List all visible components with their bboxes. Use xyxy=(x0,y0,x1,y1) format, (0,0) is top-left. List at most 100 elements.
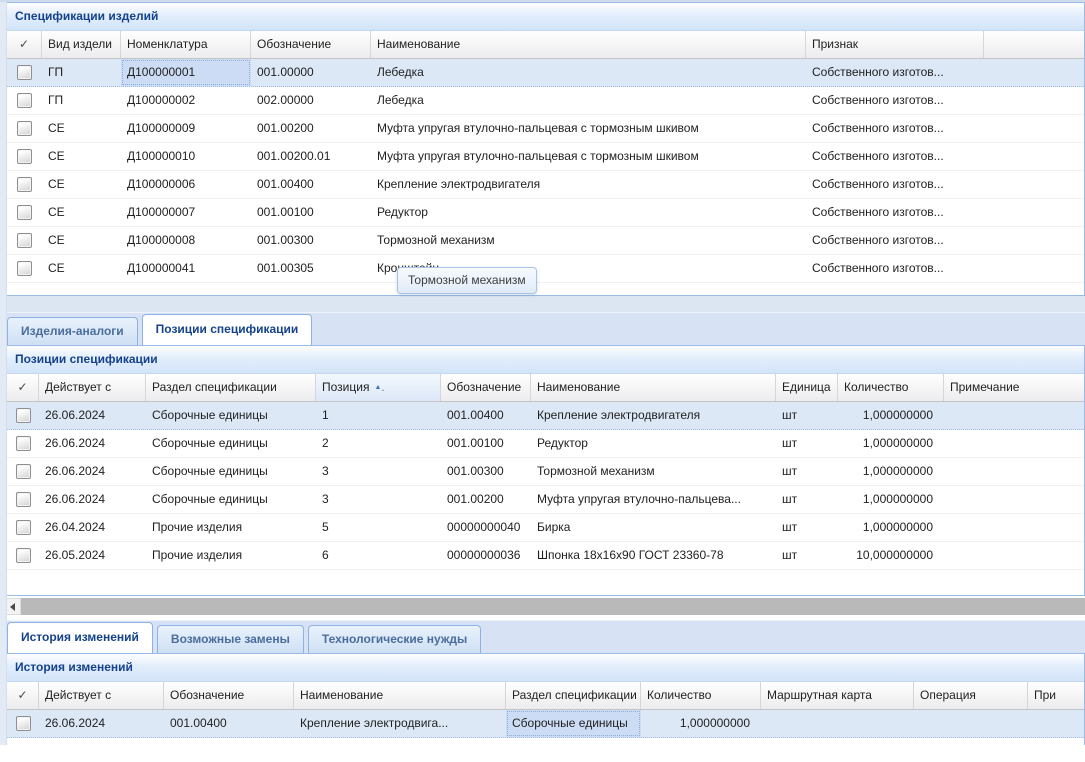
grid-cell[interactable]: СЕ xyxy=(42,199,121,226)
column-header[interactable]: Наименование xyxy=(371,31,806,58)
column-header[interactable]: Единица xyxy=(776,374,838,401)
grid-cell[interactable]: 001.00200 xyxy=(441,486,531,513)
grid-cell[interactable]: шт xyxy=(776,402,838,429)
column-header[interactable]: Наименование xyxy=(294,682,506,709)
grid-cell[interactable]: 3 xyxy=(316,458,441,485)
column-header[interactable]: При xyxy=(1028,682,1085,709)
row-checkbox[interactable] xyxy=(17,177,32,192)
tab-technological-needs[interactable]: Технологические нужды xyxy=(308,625,481,653)
scrollbar-thumb[interactable] xyxy=(21,598,1085,615)
grid-cell[interactable]: 26.06.2024 xyxy=(39,458,146,485)
grid-cell[interactable]: Д100000009 xyxy=(121,115,251,142)
grid-cell[interactable]: 1,000000000 xyxy=(838,486,944,513)
grid-cell[interactable]: 001.00200 xyxy=(251,115,371,142)
grid-cell[interactable]: 26.06.2024 xyxy=(39,402,146,429)
table-row[interactable]: 26.06.2024Сборочные единицы3001.00300Тор… xyxy=(7,458,1084,486)
table-row[interactable]: СЕД100000007001.00100РедукторСобственног… xyxy=(7,199,1084,227)
grid-cell[interactable] xyxy=(761,710,914,737)
grid-cell[interactable] xyxy=(7,402,39,429)
grid-cell[interactable] xyxy=(7,199,42,226)
grid-cell[interactable] xyxy=(944,430,1085,457)
row-checkbox[interactable] xyxy=(16,716,31,731)
grid-cell[interactable]: Прочие изделия xyxy=(146,514,316,541)
tab-change-history[interactable]: История изменений xyxy=(7,622,153,653)
grid-cell[interactable]: ГП xyxy=(42,59,121,86)
column-header[interactable]: Примечание xyxy=(944,374,1085,401)
column-header[interactable]: Позиция▲. xyxy=(316,374,441,401)
grid-cell[interactable]: 001.00300 xyxy=(441,458,531,485)
grid-cell[interactable]: Собственного изготов... xyxy=(806,115,984,142)
column-header[interactable]: Вид издели xyxy=(42,31,121,58)
grid-cell[interactable]: 1,000000000 xyxy=(838,458,944,485)
horizontal-splitter[interactable] xyxy=(0,296,1085,312)
grid-cell[interactable]: Д100000007 xyxy=(121,199,251,226)
grid-cell[interactable]: Лебедка xyxy=(371,59,806,86)
grid-cell[interactable]: Крепление электродвигателя xyxy=(371,171,806,198)
grid-cell[interactable] xyxy=(7,710,39,737)
grid-cell[interactable]: Муфта упругая втулочно-пальцевая с тормо… xyxy=(371,115,806,142)
table-row[interactable]: ГПД100000002002.00000ЛебедкаСобственного… xyxy=(7,87,1084,115)
horizontal-scrollbar[interactable] xyxy=(3,598,1085,615)
grid-cell[interactable] xyxy=(7,143,42,170)
grid-cell[interactable] xyxy=(7,255,42,282)
grid-cell[interactable]: Собственного изготов... xyxy=(806,199,984,226)
column-header[interactable]: Маршрутная карта xyxy=(761,682,914,709)
grid-cell[interactable]: 00000000040 xyxy=(441,514,531,541)
grid-cell[interactable]: 001.00100 xyxy=(441,430,531,457)
grid-cell[interactable]: Муфта упругая втулочно-пальцевая с тормо… xyxy=(371,143,806,170)
select-all-header[interactable]: ✓ xyxy=(7,31,42,58)
row-checkbox[interactable] xyxy=(17,205,32,220)
grid-cell[interactable]: Тормозной механизм xyxy=(371,227,806,254)
grid-cell[interactable]: 002.00000 xyxy=(251,87,371,114)
grid-cell[interactable] xyxy=(7,486,39,513)
grid-cell[interactable]: 26.06.2024 xyxy=(39,486,146,513)
grid-cell[interactable]: Собственного изготов... xyxy=(806,87,984,114)
column-header[interactable]: Действует с xyxy=(39,374,146,401)
table-row[interactable]: СЕД100000009001.00200Муфта упругая втуло… xyxy=(7,115,1084,143)
grid-cell[interactable]: СЕ xyxy=(42,171,121,198)
table-row[interactable]: 26.04.2024Прочие изделия500000000040Бирк… xyxy=(7,514,1084,542)
grid-cell[interactable]: Прочие изделия xyxy=(146,542,316,569)
table-row[interactable]: СЕД100000010001.00200.01Муфта упругая вт… xyxy=(7,143,1084,171)
row-checkbox[interactable] xyxy=(17,149,32,164)
column-header[interactable]: Признак xyxy=(806,31,984,58)
grid-cell[interactable]: СЕ xyxy=(42,255,121,282)
grid-cell[interactable]: СЕ xyxy=(42,227,121,254)
column-header[interactable]: Операция xyxy=(914,682,1028,709)
grid-cell[interactable]: Д100000001 xyxy=(121,59,251,86)
grid-cell[interactable] xyxy=(1028,710,1085,737)
grid-cell[interactable]: 1,000000000 xyxy=(838,430,944,457)
tab-possible-replacements[interactable]: Возможные замены xyxy=(157,625,304,653)
grid-cell[interactable]: 001.00300 xyxy=(251,227,371,254)
grid-cell[interactable]: 001.00200.01 xyxy=(251,143,371,170)
grid-cell[interactable]: Сборочные единицы xyxy=(146,402,316,429)
grid-cell[interactable]: Редуктор xyxy=(371,199,806,226)
grid-cell[interactable]: Д100000008 xyxy=(121,227,251,254)
row-checkbox[interactable] xyxy=(17,261,32,276)
grid-cell[interactable] xyxy=(7,458,39,485)
grid-cell[interactable]: шт xyxy=(776,514,838,541)
grid-cell[interactable] xyxy=(944,402,1085,429)
grid-cell[interactable]: 1 xyxy=(316,402,441,429)
grid-cell[interactable]: 3 xyxy=(316,486,441,513)
column-header[interactable]: Количество xyxy=(641,682,761,709)
grid-cell[interactable]: 26.04.2024 xyxy=(39,514,146,541)
grid-cell[interactable]: шт xyxy=(776,458,838,485)
grid-cell[interactable]: шт xyxy=(776,430,838,457)
grid-cell[interactable]: Шпонка 18x16x90 ГОСТ 23360-78 xyxy=(531,542,776,569)
grid-cell[interactable]: 1,000000000 xyxy=(838,514,944,541)
grid-cell[interactable]: Сборочные единицы xyxy=(146,458,316,485)
row-checkbox[interactable] xyxy=(16,408,31,423)
column-header[interactable]: Обозначение xyxy=(441,374,531,401)
grid-cell[interactable]: 26.05.2024 xyxy=(39,542,146,569)
grid-cell[interactable]: Собственного изготов... xyxy=(806,171,984,198)
grid-cell[interactable]: шт xyxy=(776,486,838,513)
grid-cell[interactable]: 26.06.2024 xyxy=(39,710,164,737)
grid-cell[interactable]: Редуктор xyxy=(531,430,776,457)
grid-cell[interactable]: Собственного изготов... xyxy=(806,255,984,282)
grid-cell[interactable] xyxy=(7,115,42,142)
grid-cell[interactable]: СЕ xyxy=(42,143,121,170)
grid-cell[interactable]: Сборочные единицы xyxy=(506,710,641,737)
row-checkbox[interactable] xyxy=(17,121,32,136)
left-splitter-strip[interactable] xyxy=(0,2,7,745)
